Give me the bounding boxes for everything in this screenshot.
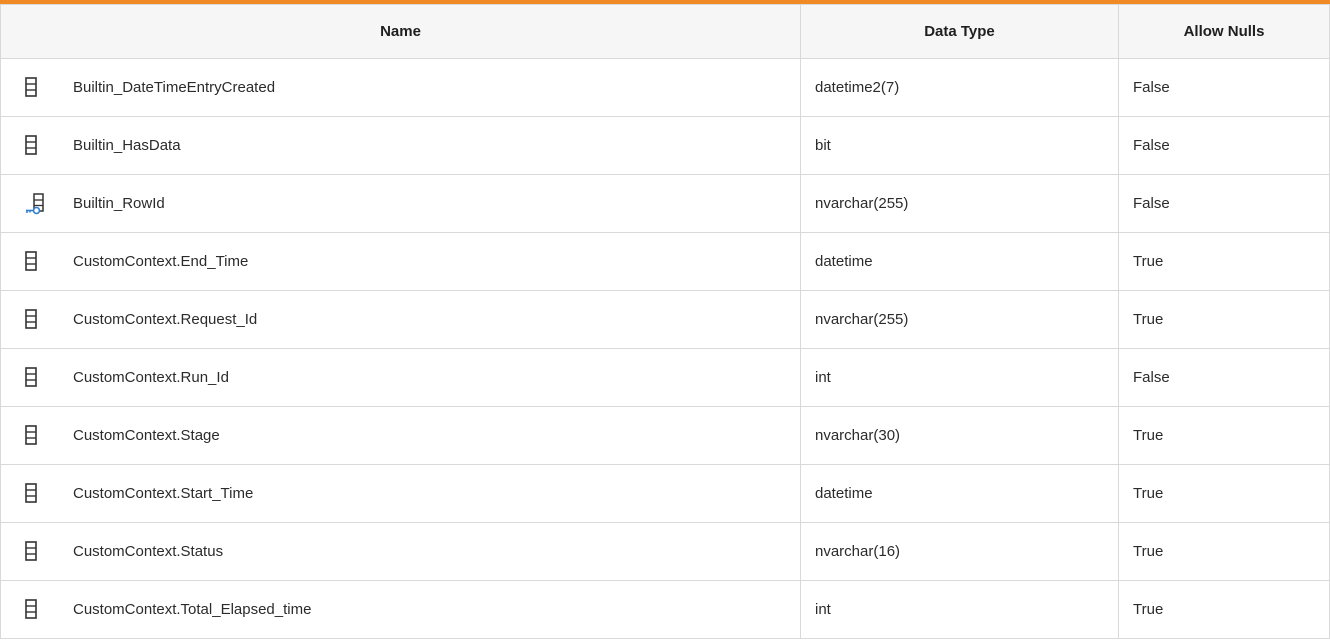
cell-data-type[interactable]: datetime2(7) <box>800 58 1119 117</box>
cell-allow-nulls[interactable]: False <box>1118 174 1330 233</box>
cell-name[interactable]: CustomContext.Start_Time <box>0 464 801 523</box>
column-name: CustomContext.End_Time <box>73 253 249 270</box>
cell-name[interactable]: CustomContext.Stage <box>0 406 801 465</box>
column-name: CustomContext.Run_Id <box>73 369 229 386</box>
column-icon <box>25 540 45 563</box>
cell-data-type[interactable]: bit <box>800 116 1119 175</box>
cell-allow-nulls[interactable]: True <box>1118 232 1330 291</box>
table-header-row: Name Data Type Allow Nulls <box>0 4 1330 59</box>
table-row[interactable]: CustomContext.Request_Id nvarchar(255) Tru… <box>0 290 1330 349</box>
column-icon <box>25 250 45 273</box>
cell-name[interactable]: Builtin_DateTimeEntryCreated <box>0 58 801 117</box>
columns-table-container: Name Data Type Allow Nulls Builtin_DateT… <box>0 0 1330 640</box>
cell-name[interactable]: Builtin_RowId <box>0 174 801 233</box>
cell-data-type[interactable]: nvarchar(255) <box>800 290 1119 349</box>
cell-data-type[interactable]: nvarchar(16) <box>800 522 1119 581</box>
cell-allow-nulls[interactable]: True <box>1118 522 1330 581</box>
header-name[interactable]: Name <box>0 4 801 59</box>
header-allow-nulls[interactable]: Allow Nulls <box>1118 4 1330 59</box>
cell-name[interactable]: CustomContext.Request_Id <box>0 290 801 349</box>
column-name: Builtin_HasData <box>73 137 181 154</box>
column-icon <box>25 76 45 99</box>
cell-allow-nulls[interactable]: True <box>1118 290 1330 349</box>
column-name: Builtin_DateTimeEntryCreated <box>73 79 276 96</box>
cell-data-type[interactable]: int <box>800 348 1119 407</box>
header-data-type[interactable]: Data Type <box>800 4 1119 59</box>
column-icon <box>25 366 45 389</box>
primary-key-column-icon <box>25 192 45 215</box>
table-row[interactable]: CustomContext.Total_Elapsed_time int True <box>0 580 1330 639</box>
cell-name[interactable]: CustomContext.End_Time <box>0 232 801 291</box>
cell-allow-nulls[interactable]: False <box>1118 348 1330 407</box>
cell-allow-nulls[interactable]: False <box>1118 58 1330 117</box>
column-icon <box>25 598 45 621</box>
column-icon <box>25 308 45 331</box>
cell-name[interactable]: CustomContext.Total_Elapsed_time <box>0 580 801 639</box>
table-row[interactable]: Builtin_DateTimeEntryCreated datetime2(7)… <box>0 58 1330 117</box>
column-name: Builtin_RowId <box>73 195 165 212</box>
cell-data-type[interactable]: nvarchar(30) <box>800 406 1119 465</box>
column-name: CustomContext.Status <box>73 543 224 560</box>
cell-name[interactable]: CustomContext.Run_Id <box>0 348 801 407</box>
cell-data-type[interactable]: int <box>800 580 1119 639</box>
column-name: CustomContext.Request_Id <box>73 311 258 328</box>
column-icon <box>25 134 45 157</box>
columns-table: Name Data Type Allow Nulls Builtin_DateT… <box>0 4 1330 639</box>
table-row[interactable]: CustomContext.Run_Id int False <box>0 348 1330 407</box>
cell-allow-nulls[interactable]: True <box>1118 464 1330 523</box>
column-name: CustomContext.Total_Elapsed_time <box>73 601 312 618</box>
cell-allow-nulls[interactable]: False <box>1118 116 1330 175</box>
cell-data-type[interactable]: datetime <box>800 232 1119 291</box>
table-row[interactable]: CustomContext.Status nvarchar(16) True <box>0 522 1330 581</box>
cell-allow-nulls[interactable]: True <box>1118 580 1330 639</box>
column-icon <box>25 482 45 505</box>
table-row[interactable]: CustomContext.Start_Time datetime True <box>0 464 1330 523</box>
cell-data-type[interactable]: datetime <box>800 464 1119 523</box>
table-row[interactable]: Builtin_HasData bit False <box>0 116 1330 175</box>
cell-name[interactable]: CustomContext.Status <box>0 522 801 581</box>
column-name: CustomContext.Stage <box>73 427 220 444</box>
table-row[interactable]: Builtin_RowId nvarchar(255) False <box>0 174 1330 233</box>
cell-data-type[interactable]: nvarchar(255) <box>800 174 1119 233</box>
table-row[interactable]: CustomContext.Stage nvarchar(30) True <box>0 406 1330 465</box>
table-row[interactable]: CustomContext.End_Time datetime True <box>0 232 1330 291</box>
column-name: CustomContext.Start_Time <box>73 485 254 502</box>
cell-name[interactable]: Builtin_HasData <box>0 116 801 175</box>
cell-allow-nulls[interactable]: True <box>1118 406 1330 465</box>
column-icon <box>25 424 45 447</box>
